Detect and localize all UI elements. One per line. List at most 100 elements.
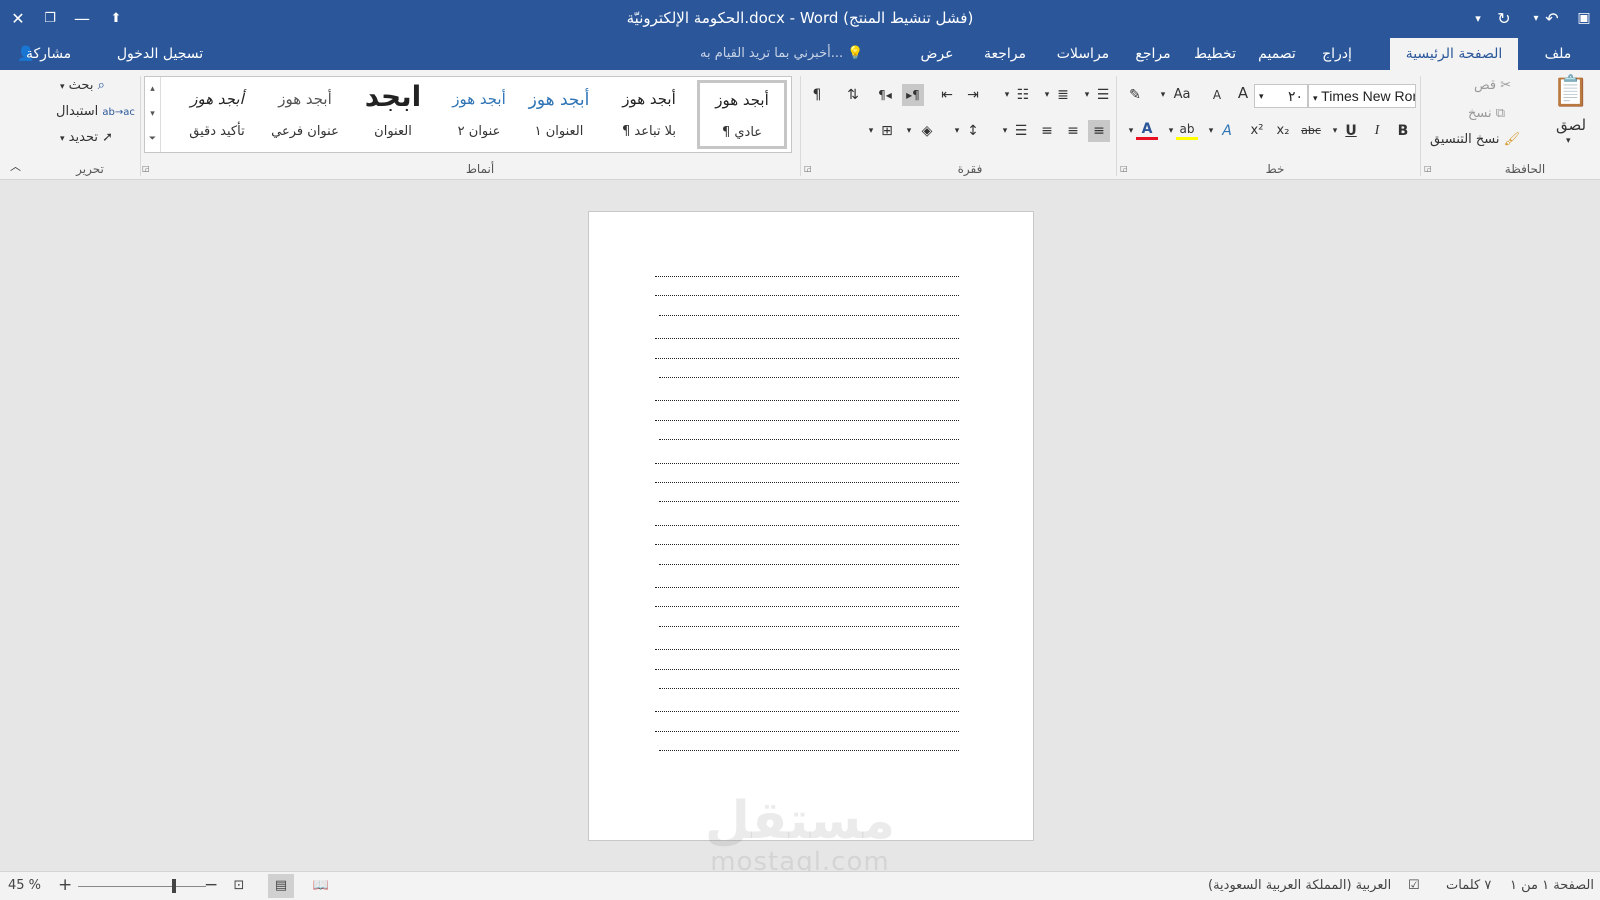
cursor-icon: ➚ xyxy=(102,130,113,145)
dialog-launcher-icon[interactable]: ◲ xyxy=(804,164,812,173)
decrease-indent-icon[interactable]: ⇥ xyxy=(962,84,984,106)
dialog-launcher-icon[interactable]: ◲ xyxy=(142,164,150,173)
paste-button[interactable]: لصق xyxy=(1556,116,1586,134)
title-bar: ✕ ❐ — ⬆ الحكومة الإلكترونيّة.docx - Word… xyxy=(0,0,1600,38)
zoom-slider-thumb[interactable] xyxy=(172,879,176,893)
dotted-line xyxy=(655,730,959,732)
sort-icon[interactable]: ⇅ xyxy=(842,84,864,106)
cut-button[interactable]: قص ✂ xyxy=(1474,78,1511,93)
dialog-launcher-icon[interactable]: ◲ xyxy=(1424,164,1432,173)
repeat-icon[interactable]: ↻ xyxy=(1490,4,1518,32)
subscript-button[interactable]: x₂ xyxy=(1272,120,1294,142)
clipboard-icon[interactable]: 📋 xyxy=(1552,74,1589,109)
tab-file[interactable]: ملف xyxy=(1528,38,1588,70)
font-group-label: خط xyxy=(1265,162,1285,176)
highlight-icon[interactable]: ab xyxy=(1176,118,1198,140)
dotted-line xyxy=(655,524,959,526)
gallery-scroll-up-icon[interactable]: ▴ xyxy=(145,77,161,102)
font-size-box[interactable]: ▾ ٢٠ xyxy=(1254,84,1308,108)
tab-layout[interactable]: تخطيط xyxy=(1188,38,1242,70)
grow-font-button[interactable]: A xyxy=(1232,82,1254,104)
print-layout-icon[interactable]: ▤ xyxy=(268,874,294,898)
group-divider xyxy=(1420,76,1421,176)
line-spacing-icon[interactable]: ↕ xyxy=(962,120,984,142)
clipboard-group-label: الحافظة xyxy=(1504,162,1546,176)
ltr-paragraph-icon[interactable]: ▸¶ xyxy=(902,84,924,106)
dotted-line xyxy=(655,295,959,297)
styles-group-label: أنماط xyxy=(465,162,495,176)
dropdown-arrow-icon[interactable]: ▾ xyxy=(1566,136,1571,146)
clear-formatting-icon[interactable]: ✎ xyxy=(1124,84,1146,106)
zoom-slider[interactable] xyxy=(78,886,206,887)
select-button[interactable]: ▾ تحديد ➚ xyxy=(60,130,113,145)
superscript-button[interactable]: x² xyxy=(1246,120,1268,142)
font-color-icon[interactable]: A xyxy=(1136,118,1158,140)
ribbon-tabs: 👤 مشاركة تسجيل الدخول أخبرني بما تريد ال… xyxy=(0,38,1600,70)
tab-view[interactable]: عرض xyxy=(912,38,962,70)
borders-icon[interactable]: ⊞ xyxy=(876,120,898,142)
strikethrough-button[interactable]: abc xyxy=(1298,120,1324,142)
proofing-icon[interactable]: ☑ xyxy=(1408,878,1420,893)
style-subtitle[interactable]: أبجد هوز عنوان فرعي xyxy=(263,80,347,149)
undo-icon[interactable]: ↶ xyxy=(1538,4,1566,32)
numbered-list-icon[interactable]: ≣ xyxy=(1052,84,1074,106)
shading-icon[interactable]: ◈ xyxy=(916,120,938,142)
style-subtle-emphasis[interactable]: أبجد هوز تأكيد دقيق xyxy=(175,80,259,149)
style-no-spacing[interactable]: أبجد هوز ¶ بلا تباعد xyxy=(607,80,691,149)
change-case-button[interactable]: Aa xyxy=(1168,84,1196,106)
tab-review[interactable]: مراجعة xyxy=(970,38,1040,70)
dialog-launcher-icon[interactable]: ◲ xyxy=(1120,164,1128,173)
font-name-box[interactable]: ▾ Times New Roman xyxy=(1308,84,1416,108)
style-title[interactable]: ابجد العنوان xyxy=(351,80,435,149)
replace-button[interactable]: استبدال ab→ac xyxy=(56,104,135,119)
justify-icon[interactable]: ☰ xyxy=(1010,120,1032,142)
bold-button[interactable]: B xyxy=(1392,120,1414,142)
word-count[interactable]: ٧ كلمات xyxy=(1446,878,1491,893)
underline-button[interactable]: U xyxy=(1340,120,1362,142)
tab-design[interactable]: تصميم xyxy=(1250,38,1304,70)
replace-icon: ab→ac xyxy=(102,107,135,118)
shrink-font-button[interactable]: A xyxy=(1206,84,1228,106)
page-number[interactable]: الصفحة ١ من ١ xyxy=(1510,878,1594,893)
zoom-in-button[interactable]: + xyxy=(58,875,72,895)
group-divider xyxy=(800,76,801,176)
style-heading-2[interactable]: أبجد هوز عنوان ٢ xyxy=(437,80,521,149)
bulleted-list-icon[interactable]: ☰ xyxy=(1092,84,1114,106)
show-formatting-marks-button[interactable]: ¶ xyxy=(806,84,828,106)
sign-in-link[interactable]: تسجيل الدخول xyxy=(108,38,212,70)
tell-me-box[interactable]: أخبرني بما تريد القيام به... 💡 xyxy=(700,38,880,70)
save-icon[interactable]: ▣ xyxy=(1570,4,1598,32)
increase-indent-icon[interactable]: ⇤ xyxy=(936,84,958,106)
copy-button[interactable]: نسخ ⧉ xyxy=(1468,106,1505,121)
gallery-more-icon[interactable]: ⏷ xyxy=(145,127,161,152)
share-button[interactable]: مشاركة xyxy=(22,38,106,70)
collapse-ribbon-icon[interactable]: ︿ xyxy=(10,158,21,174)
web-layout-icon[interactable]: ⊡ xyxy=(226,874,252,898)
rtl-paragraph-icon[interactable]: ¶◂ xyxy=(874,84,896,106)
align-right-icon[interactable]: ≡ xyxy=(1088,120,1110,142)
language-indicator[interactable]: العربية (المملكة العربية السعودية) xyxy=(1208,878,1391,893)
tab-references[interactable]: مراجع xyxy=(1126,38,1180,70)
dotted-line xyxy=(655,668,959,670)
editing-group-label: تحرير xyxy=(76,162,104,176)
style-heading-1[interactable]: أبجد هوز العنوان ١ xyxy=(517,80,601,149)
qat-customize-icon[interactable]: ▾ xyxy=(1464,4,1492,32)
read-mode-icon[interactable]: 📖 xyxy=(308,874,334,898)
status-bar: 45 % + − ⊡ ▤ 📖 العربية (المملكة العربية … xyxy=(0,871,1600,900)
tab-home[interactable]: الصفحة الرئيسية xyxy=(1390,38,1518,70)
document-page[interactable] xyxy=(588,211,1034,841)
tab-mailings[interactable]: مراسلات xyxy=(1048,38,1118,70)
zoom-out-button[interactable]: − xyxy=(204,875,218,895)
align-left-icon[interactable]: ≡ xyxy=(1036,120,1058,142)
text-effects-icon[interactable]: A xyxy=(1216,120,1238,142)
format-painter-button[interactable]: نسخ التنسيق 🖌 xyxy=(1430,132,1520,147)
style-normal[interactable]: أبجد هوز ¶ عادي xyxy=(697,80,787,149)
tab-insert[interactable]: إدراج xyxy=(1312,38,1362,70)
align-center-icon[interactable]: ≡ xyxy=(1062,120,1084,142)
multilevel-list-icon[interactable]: ☷ xyxy=(1012,84,1034,106)
zoom-level[interactable]: 45 % xyxy=(8,878,41,893)
italic-button[interactable]: I xyxy=(1366,120,1388,142)
find-button[interactable]: ▾ بحث ⌕ xyxy=(60,78,105,93)
dotted-line xyxy=(659,688,959,689)
gallery-scroll-down-icon[interactable]: ▾ xyxy=(145,102,161,127)
